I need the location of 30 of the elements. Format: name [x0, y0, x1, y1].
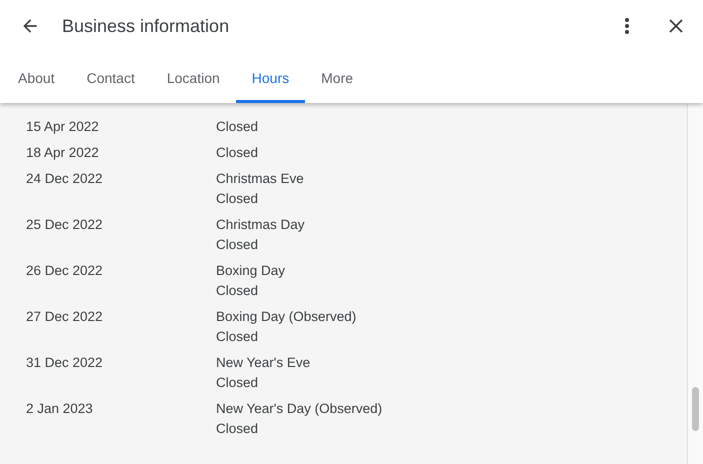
- hours-text: Closed: [216, 328, 260, 346]
- hours-text: Closed: [216, 118, 258, 136]
- date-text: 25 Dec 2022: [26, 216, 104, 234]
- tab[interactable]: About: [2, 52, 71, 103]
- hours-text: Closed: [216, 144, 258, 162]
- hours-text: Closed: [216, 236, 260, 254]
- hours-text: Closed: [216, 190, 260, 208]
- hours-text: Boxing Day (Observed): [216, 308, 356, 326]
- date-text: 24 Dec 2022: [26, 170, 104, 188]
- tab[interactable]: Location: [150, 52, 236, 103]
- hours-text: Closed: [216, 374, 260, 392]
- more-options-icon[interactable]: [625, 18, 629, 34]
- date-text: 31 Dec 2022: [26, 354, 104, 372]
- hours-text: Boxing Day: [216, 262, 286, 280]
- scrollbar-thumb[interactable]: [692, 387, 699, 431]
- close-icon[interactable]: [669, 19, 683, 33]
- date-text: 27 Dec 2022: [26, 308, 104, 326]
- date-text: 15 Apr 2022: [26, 118, 100, 136]
- panel-title: Business information: [62, 16, 230, 36]
- hours-text: Christmas Day: [216, 216, 305, 234]
- hours-text: New Year's Day (Observed): [216, 400, 382, 418]
- hours-text: Christmas Eve: [216, 170, 304, 188]
- hours-text: New Year's Eve: [216, 354, 310, 372]
- date-text: 26 Dec 2022: [26, 262, 104, 280]
- tab[interactable]: Contact: [70, 52, 151, 103]
- tab[interactable]: More: [305, 52, 370, 103]
- hours-text: Closed: [216, 420, 260, 438]
- date-text: 2 Jan 2023: [26, 400, 94, 418]
- hours-text: Closed: [216, 282, 260, 300]
- date-text: 18 Apr 2022: [26, 144, 100, 162]
